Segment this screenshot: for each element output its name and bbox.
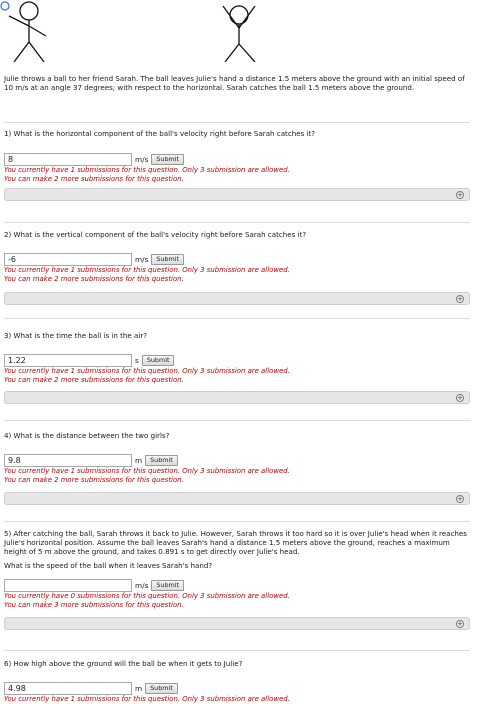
divider — [4, 420, 470, 421]
question-4: 4) What is the distance between the two … — [4, 431, 470, 505]
plus-circle-icon[interactable]: + — [456, 393, 464, 402]
question-2-submission-count: You currently have 1 submissions for thi… — [4, 266, 290, 274]
divider — [4, 222, 470, 223]
question-4-remaining: You can make 2 more submissions for this… — [4, 475, 184, 484]
question-5-remaining: You can make 3 more submissions for this… — [4, 600, 184, 609]
question-3-unit: s — [135, 355, 139, 365]
question-2-text: 2) What is the vertical component of the… — [4, 230, 307, 239]
divider — [4, 318, 470, 319]
plus-circle-icon[interactable]: + — [456, 294, 464, 303]
julie-figure — [8, 1, 47, 62]
question-3-hint-bar[interactable]: + — [4, 391, 470, 404]
question-5: 5) After catching the ball, Sarah throws… — [4, 529, 470, 630]
question-4-text: 4) What is the distance between the two … — [4, 431, 170, 440]
question-3-text: 3) What is the time the ball is in the a… — [4, 331, 148, 340]
question-5-text: 5) After catching the ball, Sarah throws… — [4, 529, 467, 556]
question-1-hint-bar[interactable]: + — [4, 188, 470, 201]
plus-circle-icon[interactable]: + — [456, 619, 464, 628]
divider — [4, 650, 470, 651]
question-5-subtext: What is the speed of the ball when it le… — [4, 561, 213, 570]
question-6: 6) How high above the ground will the ba… — [4, 659, 470, 704]
question-1-unit: m/s — [135, 154, 149, 164]
question-1-submit-button[interactable]: Submit — [151, 153, 185, 165]
problem-intro: Julie throws a ball to her friend Sarah.… — [4, 74, 465, 92]
question-4-hint-bar[interactable]: + — [4, 492, 470, 505]
question-6-answer-input[interactable]: 4.98 — [4, 681, 132, 695]
question-2-hint-bar[interactable]: + — [4, 292, 470, 305]
question-3-submit-button[interactable]: Submit — [141, 354, 175, 366]
question-6-submit-button[interactable]: Submit — [145, 682, 178, 694]
question-4-submission-count: You currently have 1 submissions for thi… — [4, 467, 290, 475]
question-4-unit: m — [135, 455, 143, 465]
figure-anchor-dot — [0, 1, 10, 11]
question-5-answer-input[interactable] — [4, 578, 132, 592]
question-1-remaining: You can make 2 more submissions for this… — [4, 174, 184, 183]
question-4-answer-input[interactable]: 9.8 — [4, 453, 132, 467]
question-5-unit: m/s — [135, 580, 149, 590]
question-3-submission-count: You currently have 1 submissions for thi… — [4, 367, 290, 375]
stick-figures-illustration — [0, 1, 256, 62]
plus-circle-icon[interactable]: + — [456, 494, 464, 503]
question-2: 2) What is the vertical component of the… — [4, 230, 470, 305]
question-2-unit: m/s — [135, 254, 149, 264]
question-5-submission-count: You currently have 0 submissions for thi… — [4, 592, 290, 600]
question-6-submission-count: You currently have 1 submissions for thi… — [4, 695, 290, 703]
question-1: 1) What is the horizontal component of t… — [4, 129, 470, 201]
question-6-unit: m — [135, 683, 143, 693]
question-2-remaining: You can make 2 more submissions for this… — [4, 274, 184, 283]
divider — [4, 521, 470, 522]
question-5-hint-bar[interactable]: + — [4, 617, 470, 630]
question-4-submit-button[interactable]: Submit — [145, 454, 178, 466]
question-2-answer-input[interactable]: -6 — [4, 252, 132, 266]
question-2-submit-button[interactable]: Submit — [151, 253, 185, 265]
question-6-text: 6) How high above the ground will the ba… — [4, 659, 243, 668]
plus-circle-icon[interactable]: + — [456, 190, 464, 199]
divider — [4, 122, 470, 123]
question-1-text: 1) What is the horizontal component of t… — [4, 129, 316, 138]
question-1-submission-count: You currently have 1 submissions for thi… — [4, 166, 290, 174]
question-3-remaining: You can make 2 more submissions for this… — [4, 375, 184, 384]
question-5-submit-button[interactable]: Submit — [151, 579, 185, 591]
sarah-figure — [222, 5, 256, 62]
question-3-answer-input[interactable]: 1.22 — [4, 353, 132, 367]
question-3: 3) What is the time the ball is in the a… — [4, 331, 470, 404]
question-1-answer-input[interactable]: 8 — [4, 152, 132, 166]
